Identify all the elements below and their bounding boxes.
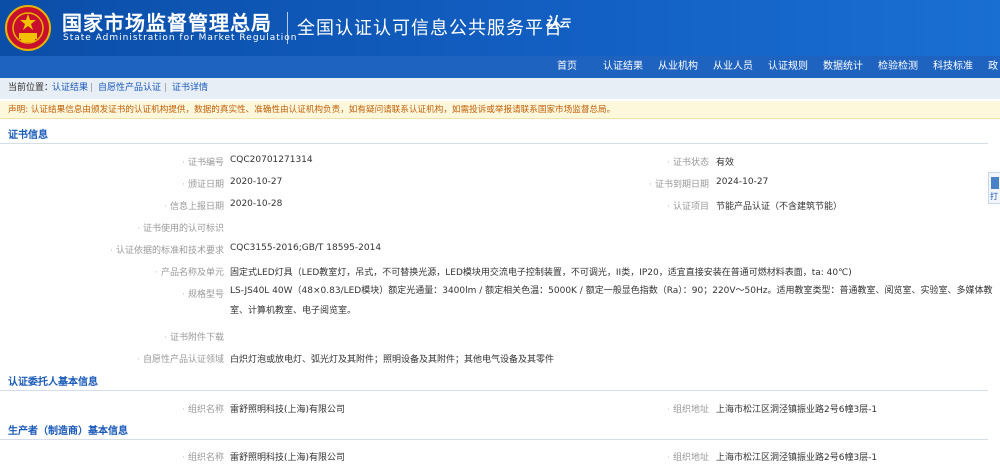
section-title-producer: 生产者（制造商）基本信息 — [8, 426, 128, 437]
section-title-cert: 证书信息 — [8, 130, 48, 141]
value-client-address: 上海市松江区洞泾镇振业路2号6幢3层-1 — [716, 405, 878, 415]
disclaimer-notice: 声明: 认证结果信息由颁发证书的认证机构提供，数据的真实性、准确性由认证机构负责… — [0, 101, 1000, 119]
section-title-client: 认证委托人基本信息 — [8, 377, 98, 388]
breadcrumb-cert-results[interactable]: 认证结果 — [52, 78, 88, 99]
site-header: 国家市场监督管理总局 State Administration for Mark… — [0, 0, 1000, 56]
nav-practitioners[interactable]: 从业人员 — [713, 56, 753, 78]
value-standards: CQC3155-2016;GB/T 18595-2014 — [230, 243, 382, 253]
national-emblem-icon — [5, 5, 51, 51]
label-product-name: 产品名称及单元 — [155, 265, 224, 278]
label-producer-address: 组织地址 — [667, 450, 709, 463]
breadcrumb-voluntary[interactable]: 自愿性产品认证 — [98, 78, 161, 99]
agency-title: 国家市场监督管理总局 — [62, 11, 272, 35]
nav-institutions[interactable]: 从业机构 — [658, 56, 698, 78]
label-model: 规格型号 — [182, 287, 224, 300]
print-side-tab[interactable]: 打 — [988, 172, 1000, 204]
value-cert-project: 节能产品认证（不含建筑节能） — [716, 202, 843, 212]
breadcrumb: 当前位置： 认证结果 | 自愿性产品认证 | 证书详情 — [0, 78, 1000, 99]
label-cert-no: 证书编号 — [182, 155, 224, 168]
label-client-address: 组织地址 — [667, 402, 709, 415]
label-expire-date: 证书到期日期 — [649, 177, 709, 190]
platform-title: 全国认证认可信息公共服务平台 — [297, 18, 563, 39]
nav-home[interactable]: 首页 — [557, 56, 577, 78]
label-cert-project: 认证项目 — [667, 199, 709, 212]
logo-text: 认 — [545, 15, 559, 31]
label-producer-name: 组织名称 — [182, 450, 224, 463]
section-divider — [0, 143, 988, 144]
nav-cert-results[interactable]: 认证结果 — [603, 56, 643, 78]
nav-statistics[interactable]: 数据统计 — [823, 56, 863, 78]
value-producer-address: 上海市松江区洞泾镇振业路2号6幢3层-1 — [716, 453, 878, 463]
value-model: LS-JS40L 40W（48×0.83/LED模块）额定光通量：3400lm … — [230, 286, 993, 316]
nav-more[interactable]: 政 — [988, 56, 998, 78]
value-cert-no: CQC20701271314 — [230, 155, 313, 165]
value-cert-status: 有效 — [716, 158, 735, 168]
breadcrumb-sep: | — [90, 83, 94, 93]
label-report-date: 信息上报日期 — [164, 199, 224, 212]
label-voluntary-field: 自愿性产品认证领域 — [137, 352, 224, 365]
breadcrumb-prefix: 当前位置： — [8, 83, 54, 93]
label-standards: 认证依据的标准和技术要求 — [110, 243, 224, 256]
label-cert-status: 证书状态 — [667, 155, 709, 168]
label-attachment-download: 证书附件下载 — [164, 330, 224, 343]
main-nav: 首页 认证结果 从业机构 从业人员 认证规则 数据统计 检验检测 科技标准 政 — [0, 56, 1000, 78]
side-tab-label: 打 — [990, 192, 998, 201]
nav-inspection[interactable]: 检验检测 — [878, 56, 918, 78]
value-report-date: 2020-10-28 — [230, 199, 283, 209]
label-client-name: 组织名称 — [182, 402, 224, 415]
agency-title-en: State Administration for Market Regulati… — [63, 33, 298, 43]
breadcrumb-sep: | — [164, 83, 168, 93]
section-divider — [0, 390, 988, 391]
header-divider — [287, 12, 288, 44]
value-product-name: 固定式LED灯具（LED教室灯，吊式，不可替换光源，LED模块用交流电子控制装置… — [230, 268, 852, 278]
label-accreditation-mark: 证书使用的认可标识 — [137, 221, 224, 234]
logo-text-cloud: 云 — [559, 17, 570, 30]
breadcrumb-detail[interactable]: 证书详情 — [172, 78, 208, 99]
value-issue-date: 2020-10-27 — [230, 177, 283, 187]
nav-standards[interactable]: 科技标准 — [933, 56, 973, 78]
value-client-name: 雷舒照明科技(上海)有限公司 — [230, 405, 346, 415]
label-issue-date: 颁证日期 — [182, 177, 224, 190]
nav-cert-rules[interactable]: 认证规则 — [768, 56, 808, 78]
print-icon — [991, 177, 999, 189]
value-producer-name: 雷舒照明科技(上海)有限公司 — [230, 453, 346, 463]
value-voluntary-field: 白炽灯泡或放电灯、弧光灯及其附件；照明设备及其附件；其他电气设备及其零件 — [230, 355, 555, 365]
section-divider — [0, 439, 988, 440]
value-expire-date: 2024-10-27 — [716, 177, 769, 187]
renzhengyun-logo[interactable]: 认云 — [545, 12, 570, 32]
